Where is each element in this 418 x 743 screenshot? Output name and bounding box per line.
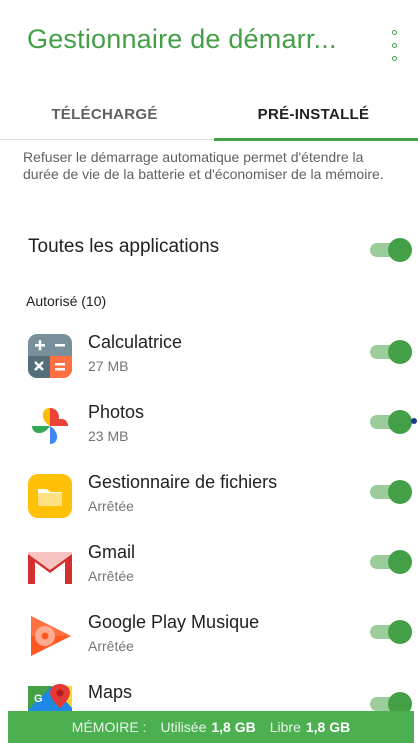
description-text: Refuser le démarrage automatique permet … xyxy=(23,149,384,182)
scroll-indicator-dot xyxy=(411,418,417,424)
photos-pinwheel-icon xyxy=(26,402,74,450)
app-toggle-photos[interactable] xyxy=(370,410,412,434)
tab-downloaded[interactable]: TÉLÉCHARGÉ xyxy=(0,88,209,140)
svg-text:G: G xyxy=(34,693,43,705)
calculator-icon xyxy=(26,332,74,380)
free-label: Libre xyxy=(269,719,301,735)
app-status: 27 MB xyxy=(88,358,129,374)
app-status: Arrêtée xyxy=(88,498,134,514)
list-item-calculatrice[interactable]: Calculatrice 27 MB xyxy=(0,324,418,394)
app-toggle-play-music[interactable] xyxy=(370,620,412,644)
all-apps-label: Toutes les applications xyxy=(28,236,220,257)
gmail-icon xyxy=(26,542,74,590)
memory-bar: MÉMOIRE : Utilisée 1,8 GB Libre 1,8 GB xyxy=(8,711,414,743)
app-name: Gmail xyxy=(88,542,136,562)
app-toggle-calculatrice[interactable] xyxy=(370,340,412,364)
list-item-gmail[interactable]: Gmail Arrêtée xyxy=(0,534,418,604)
app-name: Photos xyxy=(88,402,145,422)
used-label: Utilisée xyxy=(160,719,207,735)
more-options-icon[interactable] xyxy=(387,28,403,64)
app-header: Gestionnaire de démarr... xyxy=(0,0,418,88)
memory-label: MÉMOIRE : xyxy=(71,719,147,735)
folder-icon xyxy=(26,472,74,520)
app-name: Maps xyxy=(88,682,133,702)
app-name: Calculatrice xyxy=(88,332,183,352)
free-value: 1,8 GB xyxy=(305,719,351,735)
app-name: Google Play Musique xyxy=(88,612,260,632)
play-music-icon xyxy=(26,612,74,660)
used-value: 1,8 GB xyxy=(211,719,256,735)
page-title: Gestionnaire de démarr... xyxy=(27,24,337,54)
app-status: Arrêtée xyxy=(88,638,134,654)
app-status: 23 MB xyxy=(88,428,129,444)
all-apps-row: Toutes les applications xyxy=(0,220,418,278)
section-header: Autorisé (10) xyxy=(26,293,107,309)
app-toggle-file-manager[interactable] xyxy=(370,480,412,504)
list-item-play-music[interactable]: Google Play Musique Arrêtée xyxy=(0,604,418,674)
tab-preinstalled[interactable]: PRÉ-INSTALLÉ xyxy=(209,88,418,141)
app-status: Arrêtée xyxy=(88,568,134,584)
app-name: Gestionnaire de fichiers xyxy=(88,472,278,492)
list-item-photos[interactable]: Photos 23 MB xyxy=(0,394,418,464)
all-apps-toggle[interactable] xyxy=(370,238,412,262)
tab-bar: TÉLÉCHARGÉ PRÉ-INSTALLÉ xyxy=(0,88,418,141)
list-item-file-manager[interactable]: Gestionnaire de fichiers Arrêtée xyxy=(0,464,418,534)
app-toggle-gmail[interactable] xyxy=(370,550,412,574)
